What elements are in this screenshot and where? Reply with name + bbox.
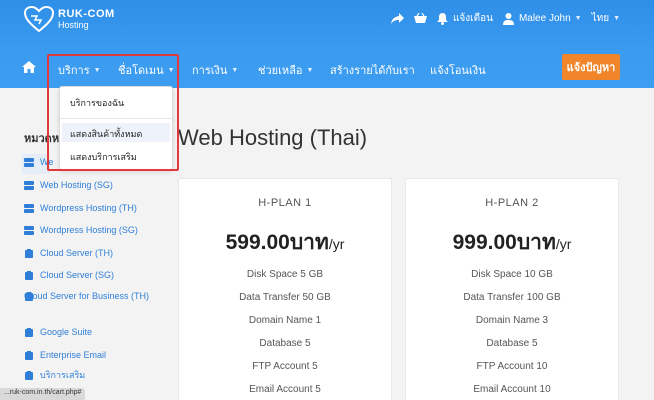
server-icon (24, 181, 34, 190)
plan-name: H-PLAN 1 (258, 197, 312, 209)
nav-label: ช่วยเหลือ (258, 65, 303, 77)
chevron-down-icon: ▼ (306, 66, 314, 74)
plan-feature: Domain Name 3 (475, 315, 549, 326)
nav-support[interactable]: ช่วยเหลือ ▼ (258, 61, 313, 79)
language-selector[interactable]: ไทย ▼ (592, 11, 620, 26)
nav-label: การเงิน (192, 65, 228, 77)
user-icon (502, 12, 514, 25)
sidebar-item-label: Enterprise Email (40, 350, 107, 360)
price-period: /yr (555, 236, 572, 252)
plan-card: H-PLAN 1 599.00บาท/yr Disk Space 5 GB Da… (178, 178, 392, 400)
box-icon (25, 328, 33, 337)
sidebar-item-label: Cloud Server (TH) (40, 248, 114, 258)
brand-name: RUK-COM (58, 7, 115, 20)
heart-logo-icon (24, 6, 54, 32)
plan-feature: Disk Space 5 GB (246, 269, 324, 280)
plan-feature: Database 5 (259, 338, 311, 349)
plan-card: H-PLAN 2 999.00บาท/yr Disk Space 10 GB D… (405, 178, 619, 400)
price-amount: 599.00บาท (225, 231, 329, 254)
price-amount: 999.00บาท (452, 231, 556, 254)
sidebar-item-addons[interactable]: บริการเสริม (24, 368, 85, 382)
server-icon (24, 204, 34, 213)
share-icon[interactable] (390, 13, 404, 24)
box-icon (25, 351, 33, 360)
sidebar-item-label: Web Hosting (SG) (40, 180, 113, 190)
chevron-down-icon: ▼ (613, 15, 620, 22)
box-icon (25, 249, 33, 258)
sidebar-item-label: Google Suite (40, 327, 93, 337)
nav-label: แจ้งโอนเงิน (430, 65, 486, 77)
plan-feature: Disk Space 10 GB (471, 269, 553, 280)
nav-billing[interactable]: การเงิน ▼ (192, 61, 238, 79)
plan-feature: Domain Name 1 (248, 315, 322, 326)
chevron-down-icon: ▼ (231, 66, 239, 74)
report-issue-button[interactable]: แจ้งปัญหา (562, 54, 620, 80)
plan-feature: Data Transfer 50 GB (239, 292, 331, 303)
nav-label: สร้างรายได้กับเรา (330, 65, 415, 77)
plan-feature: FTP Account 5 (252, 361, 318, 372)
sidebar-item-wordpress-sg[interactable]: Wordpress Hosting (SG) (24, 223, 138, 237)
sidebar-item-cloud-th[interactable]: Cloud Server (TH) (24, 246, 113, 260)
server-icon (24, 226, 34, 235)
price-period: /yr (328, 236, 345, 252)
sidebar-item-wordpress-th[interactable]: Wordpress Hosting (TH) (24, 201, 137, 215)
sidebar-item-google-suite[interactable]: Google Suite (24, 325, 92, 339)
sidebar-item-label: Wordpress Hosting (TH) (40, 203, 137, 213)
home-icon[interactable] (22, 60, 36, 78)
nav-payment-notify[interactable]: แจ้งโอนเงิน (430, 61, 486, 79)
status-bar-url: ...ruk-com.in.th/cart.php# (0, 388, 86, 400)
sidebar-item-label: Cloud Server for Business (TH) (24, 291, 150, 301)
sidebar-item-cloud-business[interactable]: Cloud Server for Business (TH) (24, 289, 159, 303)
box-icon (25, 371, 33, 380)
user-name: Malee John (518, 13, 571, 24)
box-icon (25, 271, 33, 280)
brand-logo[interactable]: RUK-COM Hosting (24, 6, 115, 32)
user-menu[interactable]: Malee John ▼ (502, 12, 582, 25)
nav-affiliate[interactable]: สร้างรายได้กับเรา (330, 61, 415, 79)
bell-icon (436, 12, 448, 25)
chevron-down-icon: ▼ (574, 15, 582, 22)
server-icon (24, 158, 34, 167)
sidebar-item-enterprise-email[interactable]: Enterprise Email (24, 348, 106, 362)
sidebar-item-cloud-sg[interactable]: Cloud Server (SG) (24, 268, 114, 282)
plan-feature: Email Account 5 (249, 384, 321, 395)
sidebar-item-label: Wordpress Hosting (SG) (40, 225, 138, 235)
top-right-bar: แจ้งเตือน Malee John ▼ ไทย ▼ (381, 11, 620, 26)
plan-feature: Email Account 10 (473, 384, 551, 395)
sidebar-item-label: Cloud Server (SG) (40, 270, 115, 280)
language-label: ไทย (591, 13, 610, 24)
notifications-button[interactable]: แจ้งเตือน (436, 11, 493, 26)
sidebar-item-label: บริการเสริม (40, 370, 86, 380)
brand-sub: Hosting (58, 19, 89, 30)
annotation-highlight-box (47, 54, 179, 171)
basket-icon[interactable] (413, 13, 427, 24)
notifications-label: แจ้งเตือน (452, 13, 493, 24)
plan-feature: Database 5 (486, 338, 538, 349)
plan-feature: Data Transfer 100 GB (463, 292, 561, 303)
sidebar-item-web-hosting-sg[interactable]: Web Hosting (SG) (24, 178, 113, 192)
plan-name: H-PLAN 2 (485, 197, 539, 209)
plan-price: 599.00บาท/yr (179, 226, 391, 259)
plan-feature: FTP Account 10 (476, 361, 548, 372)
page-title: Web Hosting (Thai) (178, 125, 368, 150)
plan-price: 999.00บาท/yr (406, 226, 618, 259)
